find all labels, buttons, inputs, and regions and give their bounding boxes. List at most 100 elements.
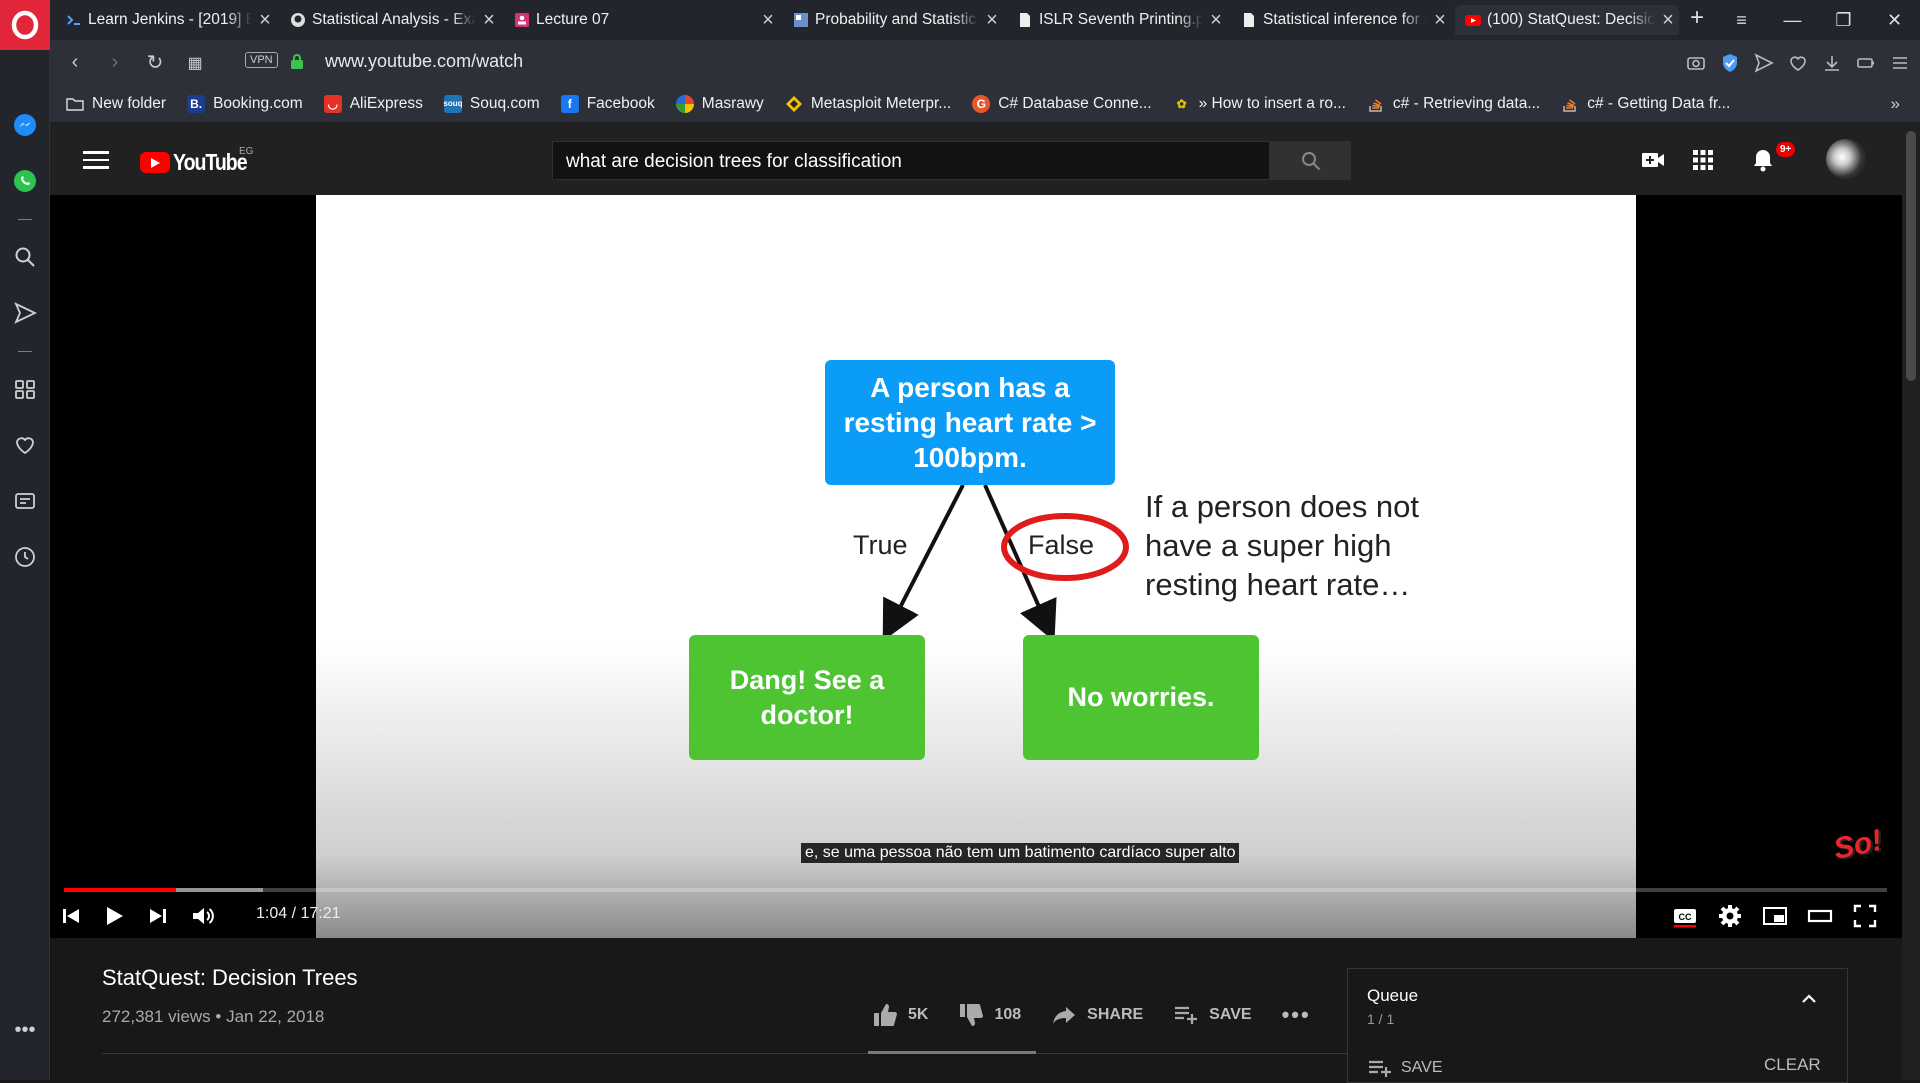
queue-save-button[interactable]: SAVE <box>1367 1057 1443 1079</box>
news-icon[interactable] <box>10 486 40 516</box>
theater-mode-icon[interactable] <box>1807 903 1833 929</box>
bookmark-retrieving-data[interactable]: c# - Retrieving data... <box>1367 95 1540 113</box>
progress-bar[interactable] <box>64 888 1887 892</box>
like-button[interactable]: 5K <box>872 1002 928 1028</box>
opera-menu-button[interactable] <box>0 0 50 50</box>
play-icon[interactable] <box>101 903 127 929</box>
bookmark-facebook[interactable]: f Facebook <box>560 94 655 113</box>
dislike-button[interactable]: 108 <box>958 1002 1021 1028</box>
create-video-icon[interactable] <box>1640 147 1666 173</box>
apps-grid-icon[interactable] <box>1690 147 1716 173</box>
save-label: SAVE <box>1209 1006 1252 1023</box>
battery-saver-icon[interactable] <box>1856 53 1876 73</box>
video-title: StatQuest: Decision Trees <box>102 965 358 990</box>
more-bookmarks-icon[interactable]: » <box>1891 94 1900 114</box>
download-icon[interactable] <box>1822 53 1842 73</box>
close-tab-icon[interactable]: × <box>478 9 500 32</box>
bookmark-csharp-db[interactable]: G C# Database Conne... <box>972 94 1152 113</box>
next-icon[interactable] <box>145 903 171 929</box>
tab[interactable]: Learn Jenkins - [2019] Be × <box>56 5 276 35</box>
souq-icon: souq <box>443 94 462 113</box>
channel-watermark[interactable]: So! <box>1831 823 1889 878</box>
search-icon <box>1301 151 1320 170</box>
flow-send-icon[interactable] <box>10 298 40 328</box>
bookmark-heart-icon[interactable] <box>1788 53 1808 73</box>
bookmark-metasploit[interactable]: Metasploit Meterpr... <box>785 95 951 113</box>
tab[interactable]: ISLR Seventh Printing.pc × <box>1007 5 1227 35</box>
bookmark-new-folder[interactable]: New folder <box>66 95 166 113</box>
forward-icon[interactable]: › <box>95 51 135 74</box>
bookmark-label: Metasploit Meterpr... <box>810 94 952 112</box>
bookmark-masrawy[interactable]: Masrawy <box>675 94 764 113</box>
queue-panel: Queue 1 / 1 SAVE CLEAR <box>1347 968 1848 1083</box>
bookmark-label: C# Database Conne... <box>998 94 1152 112</box>
video-player[interactable]: A person has a resting heart rate > 100b… <box>50 195 1902 938</box>
search-button[interactable] <box>1270 141 1351 180</box>
close-tab-icon[interactable]: × <box>1657 9 1679 32</box>
sidebar-divider <box>18 219 32 220</box>
restore-icon[interactable]: ❐ <box>1818 10 1869 31</box>
fullscreen-icon[interactable] <box>1852 903 1878 929</box>
bookmark-insert-row[interactable]: ✿ » How to insert a ro... <box>1173 95 1346 113</box>
queue-save-label: SAVE <box>1401 1059 1443 1076</box>
bookmark-label: AliExpress <box>349 94 423 112</box>
notifications-bell-icon[interactable] <box>1750 147 1776 173</box>
easy-setup-icon[interactable] <box>1890 53 1910 73</box>
more-actions-icon[interactable]: ••• <box>1282 1002 1311 1028</box>
avatar[interactable] <box>1826 139 1866 179</box>
previous-icon[interactable] <box>58 903 84 929</box>
new-tab-button[interactable]: + <box>1690 4 1704 32</box>
queue-clear-button[interactable]: CLEAR <box>1764 1055 1821 1075</box>
chevron-up-icon[interactable] <box>1799 989 1819 1009</box>
share-button[interactable]: SHARE <box>1051 1002 1143 1028</box>
settings-gear-icon[interactable] <box>1717 903 1743 929</box>
hamburger-menu-icon[interactable] <box>83 151 109 169</box>
history-clock-icon[interactable] <box>10 542 40 572</box>
tab-menu-icon[interactable]: ≡ <box>1716 10 1767 31</box>
bookmark-souq[interactable]: souq Souq.com <box>443 94 540 113</box>
bookmark-label: Masrawy <box>701 94 764 112</box>
close-tab-icon[interactable]: × <box>1205 9 1227 32</box>
scrollbar-thumb[interactable] <box>1906 131 1916 381</box>
github-icon <box>290 12 306 28</box>
tab[interactable]: Statistical inference for c × <box>1231 5 1451 35</box>
close-tab-icon[interactable]: × <box>254 9 276 32</box>
close-tab-icon[interactable]: × <box>981 9 1003 32</box>
miniplayer-icon[interactable] <box>1762 903 1788 929</box>
close-tab-icon[interactable]: × <box>1429 9 1451 32</box>
messenger-icon[interactable] <box>10 110 40 140</box>
url-field[interactable]: www.youtube.com/watch <box>325 51 523 72</box>
bookmark-booking[interactable]: B. Booking.com <box>187 94 303 113</box>
back-icon[interactable]: ‹ <box>55 51 95 74</box>
tab[interactable]: Lecture 07 × <box>504 5 779 35</box>
volume-icon[interactable] <box>190 903 216 929</box>
tab-active[interactable]: (100) StatQuest: Decisio × <box>1455 5 1679 35</box>
minimize-icon[interactable]: — <box>1767 10 1818 31</box>
camera-icon[interactable] <box>1686 53 1706 73</box>
reload-icon[interactable]: ↻ <box>135 50 175 75</box>
page-scrollbar[interactable] <box>1902 123 1920 1080</box>
vpn-badge[interactable]: VPN <box>245 52 278 68</box>
youtube-header: YouTube EG what are decision trees for c… <box>50 123 1902 195</box>
playlist-add-icon <box>1369 1060 1391 1077</box>
tabs-grid-icon[interactable]: ▦ <box>175 53 215 73</box>
bookmark-label: Facebook <box>586 94 655 112</box>
heart-icon[interactable] <box>10 430 40 460</box>
adblock-shield-icon[interactable] <box>1720 53 1740 73</box>
save-button[interactable]: SAVE <box>1173 1002 1252 1028</box>
tab[interactable]: Probability and Statistic × <box>783 5 1003 35</box>
tab[interactable]: Statistical Analysis - Exar × <box>280 5 500 35</box>
lock-icon[interactable] <box>290 53 304 69</box>
speed-dial-icon[interactable] <box>10 374 40 404</box>
more-options-icon[interactable]: ••• <box>10 1015 40 1045</box>
close-window-icon[interactable]: ✕ <box>1869 10 1920 31</box>
close-tab-icon[interactable]: × <box>757 9 779 32</box>
search-icon[interactable] <box>10 242 40 272</box>
closed-captions-icon[interactable]: CC <box>1672 903 1698 929</box>
bookmark-getting-data[interactable]: c# - Getting Data fr... <box>1561 95 1730 113</box>
whatsapp-icon[interactable] <box>10 166 40 196</box>
stackoverflow-icon <box>1561 95 1579 113</box>
send-to-flow-icon[interactable] <box>1754 52 1774 73</box>
bookmark-aliexpress[interactable]: ◡ AliExpress <box>323 94 423 113</box>
search-input[interactable]: what are decision trees for classificati… <box>552 141 1270 180</box>
